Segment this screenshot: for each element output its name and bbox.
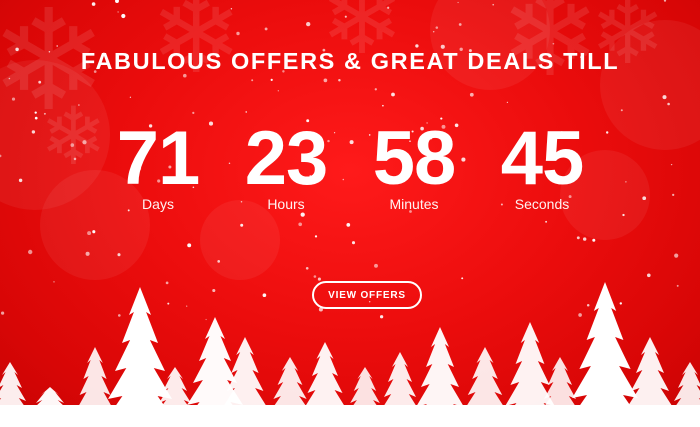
snowflake-dot (351, 241, 356, 245)
minutes-label: Minutes (389, 196, 439, 212)
snowflake-dot (469, 92, 474, 97)
countdown-seconds: 45 Seconds (478, 116, 606, 213)
hours-value: 23 (244, 116, 329, 201)
snowflake-dot (28, 249, 33, 255)
seconds-value: 45 (500, 116, 585, 201)
snowflake-dot (374, 88, 377, 91)
promo-headline: FABULOUS OFFERS & GREAT DEALS TILL (80, 48, 620, 74)
countdown-minutes: 58 Minutes (350, 116, 478, 213)
countdown-hours: 23 Hours (222, 116, 350, 213)
snowflake-dot (346, 223, 351, 227)
snowflake-dot (674, 253, 679, 258)
seconds-label: Seconds (514, 196, 570, 212)
snowflake-dot (117, 11, 119, 13)
snowflake-dot (583, 237, 587, 241)
hours-label: Hours (267, 196, 305, 212)
snowflake-dot (338, 78, 341, 82)
days-value: 71 (116, 116, 201, 201)
snowflake-dot (264, 27, 268, 31)
snowflake-dot (323, 78, 328, 83)
snowflake-dot (251, 79, 254, 82)
snowflake-dot (576, 236, 580, 240)
snowflake-dot (129, 96, 132, 98)
snowflake-dot (300, 212, 305, 217)
snowflake-dot (121, 13, 126, 19)
holiday-promo-banner: ❄ ❄ ❄ ❄ ❄ ❄ FABULOUS OFFERS & GREAT DEAL… (0, 0, 700, 427)
snowy-forest (0, 282, 700, 427)
snowflake-dot (391, 92, 395, 97)
snowflake-dot (245, 111, 247, 113)
snowflake-dot (277, 90, 279, 92)
days-label: Days (142, 196, 174, 212)
snowflake-dot (115, 0, 119, 3)
snowflake-dot (314, 235, 318, 238)
snowflake-dot (382, 104, 384, 107)
snowflake-dot (270, 78, 273, 81)
snowflake-dot (545, 220, 548, 223)
snowflake-dot (187, 243, 192, 248)
snowflake-dot (592, 238, 596, 242)
snowflake-dot (306, 21, 311, 27)
snowflake-dot (192, 111, 195, 115)
snowflake-dot (298, 222, 303, 227)
countdown-days: 71 Days (94, 116, 222, 213)
minutes-value: 58 (372, 116, 457, 201)
countdown-timer: 71 Days 23 Hours 58 Minutes 45 Seconds (0, 116, 700, 213)
